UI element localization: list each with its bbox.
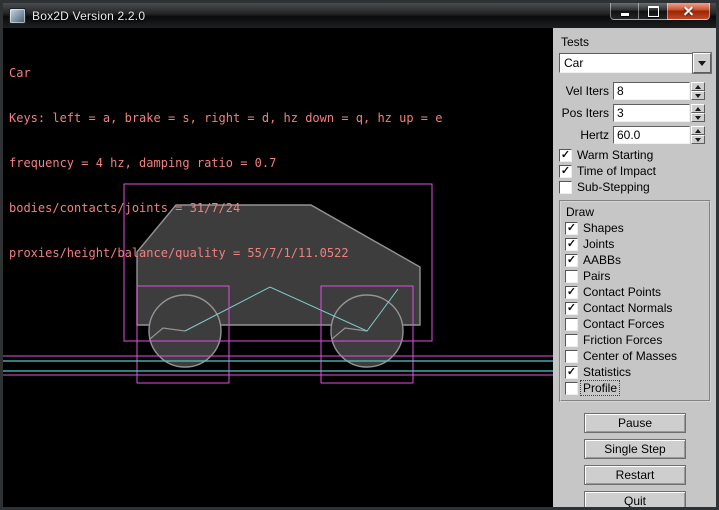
checkbox-center-of-masses[interactable]: Center of Masses (565, 349, 707, 363)
checkbox-label: Contact Forces (583, 317, 664, 331)
checkbox-box: ✓ (559, 149, 572, 162)
hertz-down-button[interactable] (691, 135, 705, 144)
pause-button[interactable]: Pause (584, 413, 686, 433)
proxies-stats-text: proxies/height/balance/quality = 55/7/1/… (9, 246, 442, 261)
spinner-up-icon (695, 85, 701, 89)
control-panel: Tests Car Vel Iters Pos Iters (553, 28, 716, 507)
quit-button[interactable]: Quit (584, 491, 686, 507)
checkbox-label: Sub-Stepping (577, 180, 650, 194)
checkbox-box: ✓ (565, 366, 578, 379)
checkbox-box: ✓ (565, 222, 578, 235)
maximize-icon (648, 6, 659, 17)
vel-iters-down-button[interactable] (691, 91, 705, 100)
spinner-up-icon (695, 107, 701, 111)
checkbox-profile[interactable]: Profile (565, 381, 707, 395)
checkbox-aabbs[interactable]: ✓ AABBs (565, 253, 707, 267)
maximize-button[interactable] (639, 3, 667, 20)
checkbox-box (565, 318, 578, 331)
checkbox-label: Pairs (583, 269, 610, 283)
window: Box2D Version 2.2.0 (0, 0, 719, 510)
minimize-button[interactable] (610, 3, 639, 20)
tests-label: Tests (561, 35, 711, 49)
hertz-up-button[interactable] (691, 126, 705, 135)
draw-group: Draw ✓ Shapes ✓ Joints ✓ AABBs Pairs (559, 200, 711, 402)
checkbox-label: Shapes (583, 221, 624, 235)
checkbox-label: AABBs (583, 253, 621, 267)
vel-iters-spinner: Vel Iters (559, 82, 711, 100)
vel-iters-up-button[interactable] (691, 82, 705, 91)
checkbox-label: Profile (580, 380, 620, 396)
checkbox-contact-normals[interactable]: ✓ Contact Normals (565, 301, 707, 315)
window-content: Car Keys: left = a, brake = s, right = d… (3, 28, 716, 507)
checkbox-box: ✓ (559, 165, 572, 178)
close-icon (683, 6, 694, 17)
checkbox-box (565, 382, 578, 395)
pos-iters-down-button[interactable] (691, 113, 705, 122)
pos-iters-label: Pos Iters (559, 106, 609, 120)
stats-overlay: Car Keys: left = a, brake = s, right = d… (9, 36, 442, 291)
checkbox-label: Center of Masses (583, 349, 677, 363)
checkbox-contact-forces[interactable]: Contact Forces (565, 317, 707, 331)
checkbox-box (565, 350, 578, 363)
window-controls (610, 3, 710, 20)
keys-help-text: Keys: left = a, brake = s, right = d, hz… (9, 111, 442, 126)
app-icon[interactable] (9, 8, 26, 24)
checkbox-box (565, 334, 578, 347)
single-step-button[interactable]: Single Step (584, 439, 686, 459)
spinner-down-icon (695, 116, 701, 120)
checkbox-box: ✓ (565, 286, 578, 299)
checkbox-friction-forces[interactable]: Friction Forces (565, 333, 707, 347)
spinner-down-icon (695, 94, 701, 98)
hertz-field[interactable] (613, 126, 690, 144)
checkbox-shapes[interactable]: ✓ Shapes (565, 221, 707, 235)
checkbox-label: Contact Points (583, 285, 661, 299)
hertz-label: Hertz (559, 128, 609, 142)
test-name-text: Car (9, 66, 442, 81)
checkbox-statistics[interactable]: ✓ Statistics (565, 365, 707, 379)
vel-iters-label: Vel Iters (559, 84, 609, 98)
checkbox-time-of-impact[interactable]: ✓ Time of Impact (559, 164, 711, 178)
checkbox-sub-stepping[interactable]: Sub-Stepping (559, 180, 711, 194)
close-button[interactable] (667, 3, 710, 20)
checkbox-label: Contact Normals (583, 301, 672, 315)
checkbox-contact-points[interactable]: ✓ Contact Points (565, 285, 707, 299)
checkbox-label: Time of Impact (577, 164, 656, 178)
checkbox-box: ✓ (565, 254, 578, 267)
checkbox-box (565, 270, 578, 283)
checkbox-label: Warm Starting (577, 148, 653, 162)
restart-button[interactable]: Restart (584, 465, 686, 485)
checkbox-label: Friction Forces (583, 333, 662, 347)
checkbox-label: Joints (583, 237, 614, 251)
frequency-text: frequency = 4 hz, damping ratio = 0.7 (9, 156, 442, 171)
simulation-canvas[interactable]: Car Keys: left = a, brake = s, right = d… (3, 28, 553, 507)
window-title: Box2D Version 2.2.0 (32, 9, 145, 23)
checkbox-box: ✓ (565, 302, 578, 315)
vel-iters-field[interactable] (613, 82, 690, 100)
spinner-down-icon (695, 138, 701, 142)
draw-group-label: Draw (566, 205, 707, 219)
tests-dropdown-value: Car (559, 53, 693, 73)
hertz-spinner: Hertz (559, 126, 711, 144)
pos-iters-field[interactable] (613, 104, 690, 122)
chevron-down-icon (698, 61, 706, 66)
tests-dropdown-button[interactable] (693, 53, 711, 73)
bodies-stats-text: bodies/contacts/joints = 31/7/24 (9, 201, 442, 216)
pos-iters-spinner: Pos Iters (559, 104, 711, 122)
titlebar[interactable]: Box2D Version 2.2.0 (3, 3, 716, 28)
checkbox-label: Statistics (583, 365, 631, 379)
checkbox-joints[interactable]: ✓ Joints (565, 237, 707, 251)
minimize-icon (621, 13, 629, 16)
tests-dropdown[interactable]: Car (559, 53, 711, 73)
spinner-up-icon (695, 129, 701, 133)
checkbox-pairs[interactable]: Pairs (565, 269, 707, 283)
pos-iters-up-button[interactable] (691, 104, 705, 113)
checkbox-box (559, 181, 572, 194)
checkbox-box: ✓ (565, 238, 578, 251)
checkbox-warm-starting[interactable]: ✓ Warm Starting (559, 148, 711, 162)
